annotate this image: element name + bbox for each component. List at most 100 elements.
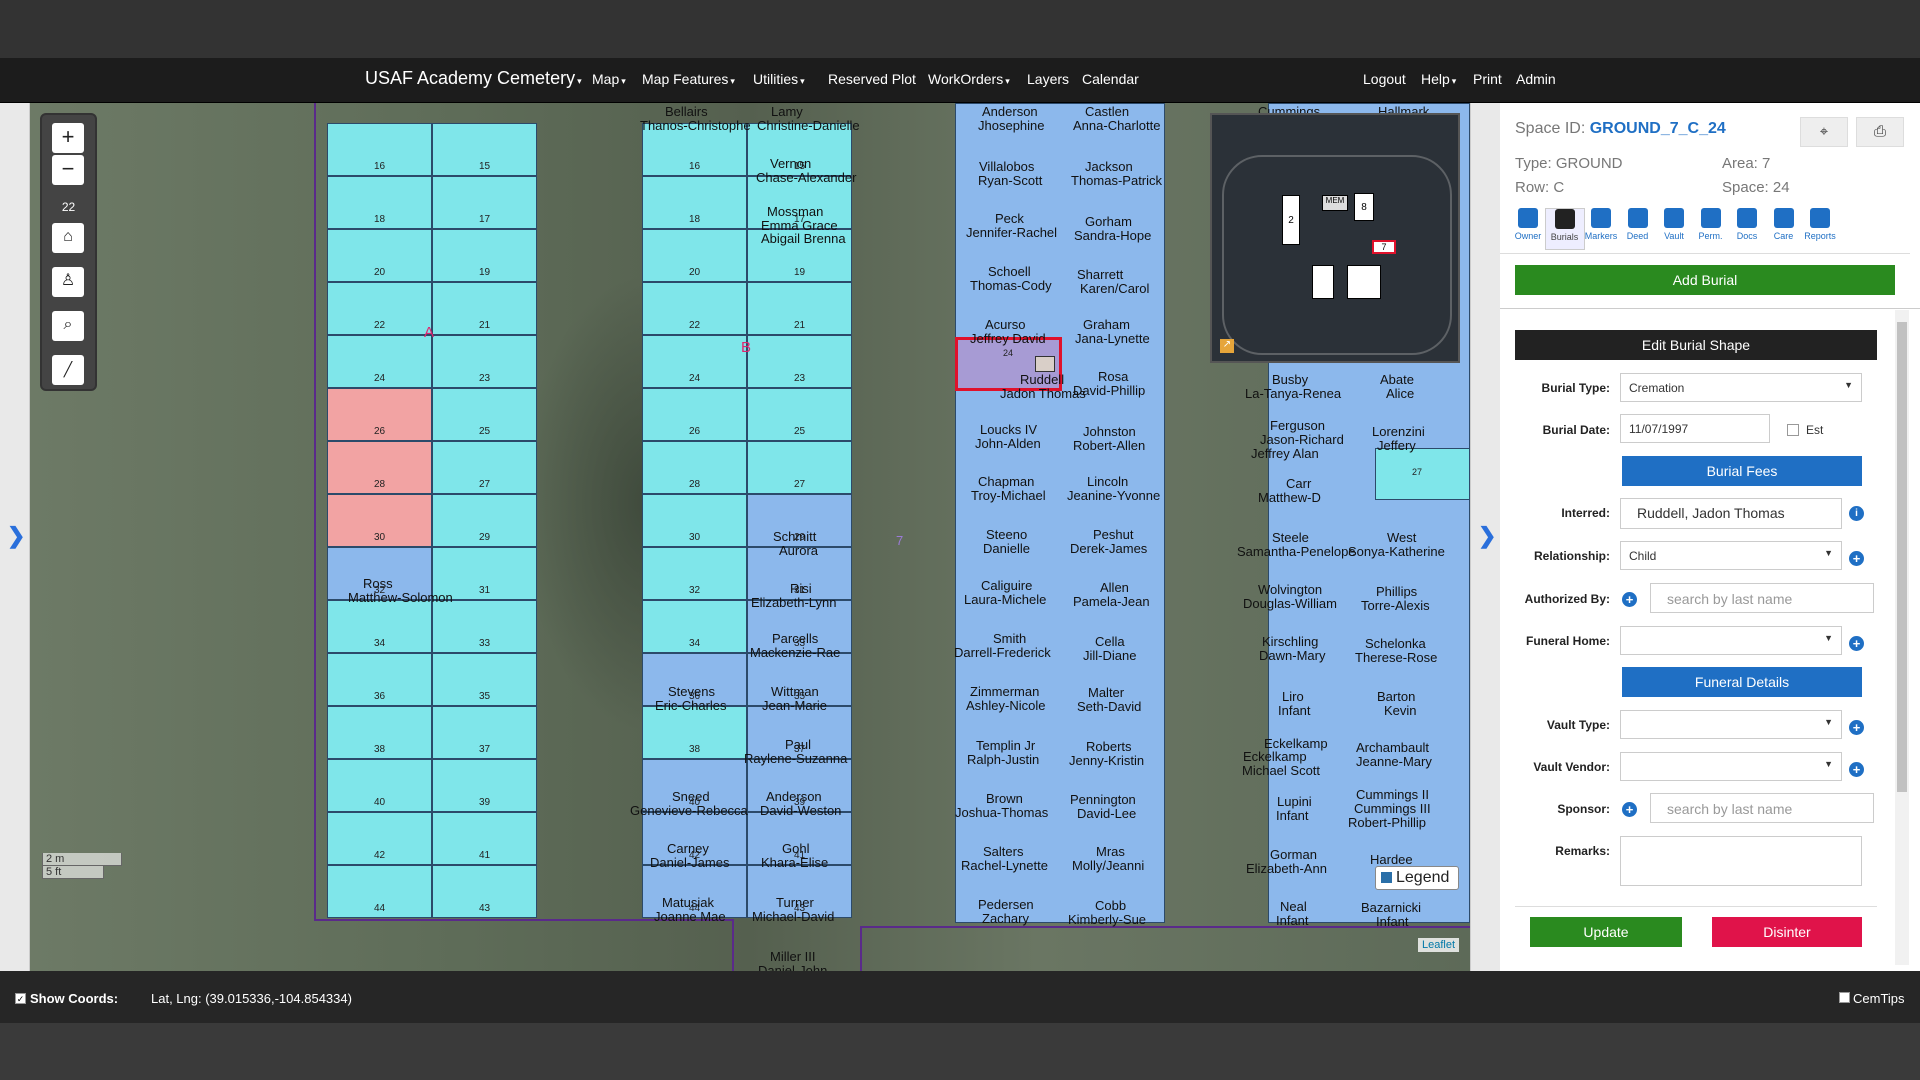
tab-perm[interactable]: Perm.	[1691, 208, 1731, 241]
sponsor-search[interactable]: search by last name	[1650, 793, 1874, 823]
interred-field[interactable]: Ruddell, Jadon Thomas	[1620, 498, 1842, 529]
plot-19[interactable]: 19	[432, 229, 537, 282]
update-button[interactable]: Update	[1530, 917, 1682, 947]
overview-minimap[interactable]: 2 8 MEM 7 ↗	[1210, 113, 1460, 363]
plot-30[interactable]: 30	[327, 494, 432, 547]
plot-39[interactable]: 39	[432, 759, 537, 812]
plot-marker[interactable]	[1035, 356, 1055, 372]
plot-26[interactable]: 26	[327, 388, 432, 441]
plot-27[interactable]: 27	[747, 441, 852, 494]
plot-38[interactable]: 38	[327, 706, 432, 759]
add-burial-button[interactable]: Add Burial	[1515, 265, 1895, 295]
menu-logout[interactable]: Logout	[1363, 71, 1406, 87]
plot-18[interactable]: 18	[327, 176, 432, 229]
plot-26[interactable]: 26	[642, 388, 747, 441]
plot-40[interactable]: 40	[327, 759, 432, 812]
plot-34[interactable]: 34	[327, 600, 432, 653]
plot-35[interactable]: 35	[432, 653, 537, 706]
tab-deed[interactable]: Deed	[1618, 208, 1658, 241]
relationship-select[interactable]: Child ▼	[1620, 541, 1842, 570]
plot-20[interactable]: 20	[642, 229, 747, 282]
est-checkbox[interactable]	[1787, 424, 1799, 436]
plot-23[interactable]: 23	[747, 335, 852, 388]
plot-38[interactable]: 38	[642, 706, 747, 759]
plot-34[interactable]: 34	[642, 600, 747, 653]
map-pin-icon[interactable]: ⌖	[1800, 117, 1848, 147]
panel-scrollbar[interactable]	[1895, 310, 1909, 965]
tab-reports[interactable]: Reports	[1800, 208, 1840, 241]
menu-calendar[interactable]: Calendar	[1082, 71, 1139, 87]
ruler-icon[interactable]: ╱	[52, 355, 84, 385]
plot-28[interactable]: 28	[642, 441, 747, 494]
info-icon[interactable]: i	[1849, 506, 1864, 521]
plot-15[interactable]: 15	[432, 123, 537, 176]
scrollbar-thumb[interactable]	[1897, 322, 1907, 792]
funeral-details-button[interactable]: Funeral Details	[1622, 667, 1862, 697]
plot-29[interactable]: 29	[432, 494, 537, 547]
plot-23[interactable]: 23	[432, 335, 537, 388]
tab-care[interactable]: Care	[1764, 208, 1804, 241]
add-vault-vendor-icon[interactable]: +	[1849, 762, 1864, 777]
expand-icon[interactable]: ↗	[1220, 339, 1234, 353]
street-view-icon[interactable]: ♙	[52, 267, 84, 297]
plot-37[interactable]: 37	[432, 706, 537, 759]
leaflet-attribution[interactable]: Leaflet	[1418, 938, 1460, 952]
chevron-left-icon[interactable]: ❯	[7, 523, 25, 549]
vault-type-select[interactable]: ▼	[1620, 710, 1842, 739]
plot-17[interactable]: 17	[432, 176, 537, 229]
plot-16[interactable]: 16	[327, 123, 432, 176]
menu-admin[interactable]: Admin	[1516, 71, 1556, 87]
tab-owner[interactable]: Owner	[1508, 208, 1548, 241]
home-icon[interactable]: ⌂	[52, 223, 84, 253]
authorized-by-search[interactable]: search by last name	[1650, 583, 1874, 613]
funeral-home-select[interactable]: ▼	[1620, 626, 1842, 655]
plot-42[interactable]: 42	[327, 812, 432, 865]
burial-type-select[interactable]: Cremation ▼	[1620, 373, 1862, 402]
show-coords-checkbox[interactable]: ✓	[15, 993, 26, 1004]
legend-button[interactable]: Legend	[1375, 866, 1459, 890]
menu-utilities[interactable]: Utilities ▾	[753, 71, 805, 87]
plot-21[interactable]: 21	[747, 282, 852, 335]
tab-vault[interactable]: Vault	[1654, 208, 1694, 241]
plot-27[interactable]: 27	[432, 441, 537, 494]
plot-18[interactable]: 18	[642, 176, 747, 229]
tab-docs[interactable]: Docs	[1727, 208, 1767, 241]
burial-date-input[interactable]: 11/07/1997	[1620, 414, 1770, 443]
zoom-in-button[interactable]: +	[52, 123, 84, 153]
add-authorized-icon[interactable]: +	[1622, 592, 1637, 607]
zoom-out-button[interactable]: −	[52, 155, 84, 185]
menu-map[interactable]: Map ▾	[592, 71, 626, 87]
menu-workorders[interactable]: WorkOrders ▾	[928, 71, 1010, 87]
chevron-right-icon[interactable]: ❯	[1478, 523, 1496, 549]
zoom-search-icon[interactable]: ⌕	[52, 311, 84, 341]
remarks-textarea[interactable]	[1620, 836, 1862, 886]
plot-27[interactable]: 27	[1375, 448, 1470, 500]
disinter-button[interactable]: Disinter	[1712, 917, 1862, 947]
app-title[interactable]: USAF Academy Cemetery ▾	[365, 68, 582, 89]
add-funeral-home-icon[interactable]: +	[1849, 636, 1864, 651]
tab-burials[interactable]: Burials	[1544, 208, 1585, 250]
cemetery-map[interactable]: 16 18 20 22 24 26 28 30 32 34 36 38 40 42 44 15 17 19 21 23…	[30, 103, 1470, 971]
plot-43[interactable]: 43	[432, 865, 537, 918]
add-sponsor-icon[interactable]: +	[1622, 802, 1637, 817]
vault-vendor-select[interactable]: ▼	[1620, 752, 1842, 781]
tab-markers[interactable]: Markers	[1581, 208, 1621, 241]
print-icon[interactable]: ⎙	[1856, 117, 1904, 147]
plot-33[interactable]: 33	[432, 600, 537, 653]
plot-22[interactable]: 22	[642, 282, 747, 335]
plot-21[interactable]: 21	[432, 282, 537, 335]
plot-44[interactable]: 44	[327, 865, 432, 918]
add-relationship-icon[interactable]: +	[1849, 551, 1864, 566]
plot-25[interactable]: 25	[432, 388, 537, 441]
menu-help[interactable]: Help ▾	[1421, 71, 1456, 87]
plot-24[interactable]: 24	[642, 335, 747, 388]
plot-20[interactable]: 20	[327, 229, 432, 282]
burial-fees-button[interactable]: Burial Fees	[1622, 456, 1862, 486]
menu-print[interactable]: Print	[1473, 71, 1502, 87]
plot-22[interactable]: 22	[327, 282, 432, 335]
plot-32[interactable]: 32	[642, 547, 747, 600]
menu-layers[interactable]: Layers	[1027, 71, 1069, 87]
cemtips-checkbox[interactable]	[1839, 992, 1850, 1003]
plot-30[interactable]: 30	[642, 494, 747, 547]
add-vault-type-icon[interactable]: +	[1849, 720, 1864, 735]
